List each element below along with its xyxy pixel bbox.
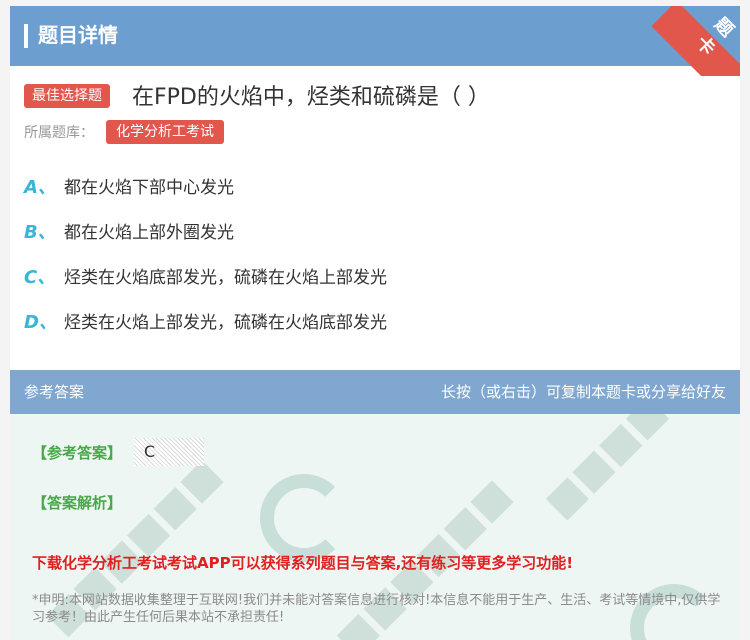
option-letter: C、: [24, 267, 56, 288]
disclaimer-text: *申明:本网站数据收集整理于互联网!我们并未能对答案信息进行核对!本信息不能用于…: [32, 593, 721, 625]
answer-body: ■■■■■■ ■■■■■■ ■■■■ 【参考答案】 C 【答案解析】 下载化学分…: [10, 414, 740, 640]
question-text: 在FPD的火焰中，烃类和硫磷是（ ）: [132, 85, 490, 110]
option-text: 烃类在火焰底部发光，硫磷在火焰上部发光: [64, 268, 387, 288]
answer-section-title: 参考答案: [24, 383, 85, 401]
option-c[interactable]: C、 烃类在火焰底部发光，硫磷在火焰上部发光: [24, 263, 724, 293]
library-label: 所属题库：: [24, 125, 94, 141]
analysis-label: 【答案解析】: [32, 494, 123, 512]
watermark-logo-icon: [260, 474, 348, 562]
option-letter: D、: [24, 312, 57, 333]
header-accent-bar: [24, 24, 28, 48]
option-text: 烃类在火焰上部发光，硫磷在火焰底部发光: [64, 313, 387, 333]
question-row: 最佳选择题 在FPD的火焰中，烃类和硫磷是（ ）: [24, 82, 724, 116]
option-text: 都在火焰上部外圈发光: [64, 223, 234, 243]
option-a[interactable]: A、 都在火焰下部中心发光: [24, 173, 724, 203]
answer-header: 参考答案 长按（或右击）可复制本题卡或分享给好友: [10, 370, 740, 414]
option-letter: A、: [24, 177, 56, 198]
watermark-text: ■■■■: [535, 414, 676, 527]
corner-ribbon: 题卡: [648, 6, 740, 76]
option-text: 都在火焰下部中心发光: [64, 178, 234, 198]
answer-label: 【参考答案】: [32, 444, 123, 462]
question-type-badge: 最佳选择题: [24, 84, 110, 108]
option-d[interactable]: D、 烃类在火焰上部发光，硫磷在火焰底部发光: [24, 308, 724, 338]
share-hint: 长按（或右击）可复制本题卡或分享给好友: [440, 383, 726, 401]
app-promo-text[interactable]: 下载化学分析工考试考试APP可以获得系列题目与答案,还有练习等更多学习功能!: [32, 552, 573, 573]
answer-value: C: [134, 438, 204, 466]
option-letter: B、: [24, 222, 56, 243]
card-header: 题目详情: [10, 6, 740, 66]
option-b[interactable]: B、 都在火焰上部外圈发光: [24, 218, 724, 248]
question-card: 题目详情 题卡 最佳选择题 在FPD的火焰中，烃类和硫磷是（ ） 所属题库： 化…: [10, 6, 740, 640]
page-title: 题目详情: [38, 23, 118, 47]
library-tag[interactable]: 化学分析工考试: [106, 120, 224, 144]
